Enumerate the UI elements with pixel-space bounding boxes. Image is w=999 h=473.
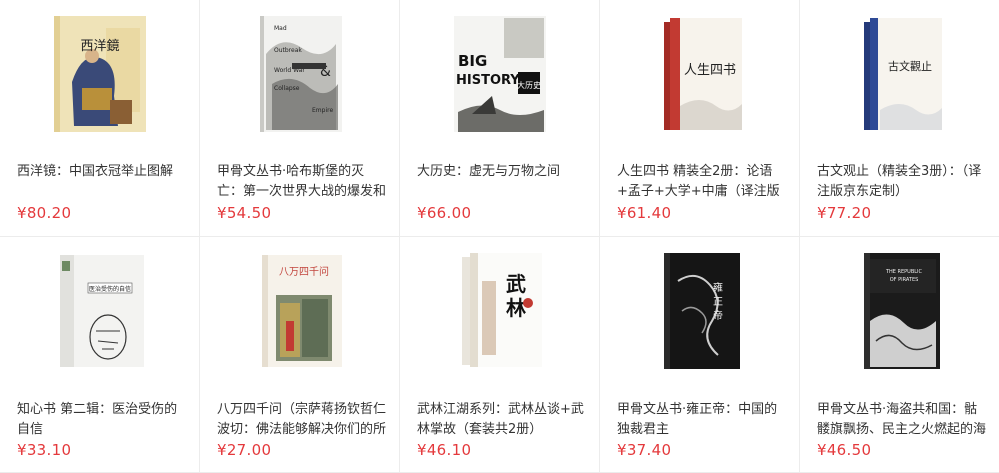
product-title[interactable]: 知心书 第二辑：医治受伤的自信 [17, 400, 189, 440]
product-card[interactable]: 人生四书 人生四书 精装全2册：论语+孟子+大学+中庸（译注版京东定 ¥61.4… [600, 0, 800, 237]
product-card[interactable]: 古文觀止 古文观止（精装全3册）：（译注版京东定制） ¥77.20 [800, 0, 999, 237]
svg-text:Outbreak: Outbreak [274, 47, 302, 54]
product-title[interactable]: 武林江湖系列：武林丛谈+武林掌故（套装共2册） [417, 400, 589, 440]
product-title[interactable]: 甲骨文丛书·雍正帝：中国的独裁君主 [617, 400, 789, 440]
product-price: ¥33.10 [17, 441, 72, 459]
product-cover[interactable]: 古文觀止 [800, 14, 999, 134]
book-cover-zhixinshu-icon: 医治受伤的自信 [60, 255, 144, 367]
product-card[interactable]: 雍 正 帝 甲骨文丛书·雍正帝：中国的独裁君主 ¥37.40 [600, 237, 800, 473]
product-cover[interactable]: 西洋鏡 [0, 14, 200, 134]
product-card[interactable]: 医治受伤的自信 知心书 第二辑：医治受伤的自信 ¥33.10 [0, 237, 200, 473]
product-price: ¥54.50 [217, 204, 272, 222]
svg-text:古文觀止: 古文觀止 [888, 59, 932, 73]
svg-text:西洋鏡: 西洋鏡 [80, 39, 119, 54]
product-card[interactable]: THE REPUBLIC OF PIRATES 甲骨文丛书·海盗共和国：骷髅旗飘… [800, 237, 999, 473]
svg-text:雍: 雍 [713, 281, 723, 294]
product-title[interactable]: 西洋镜：中国衣冠举止图解 [17, 162, 189, 202]
svg-text:大历史: 大历史 [517, 80, 541, 90]
product-cover[interactable]: 武 林 [400, 251, 600, 371]
product-cover[interactable]: BIG HISTORY 大历史 [400, 14, 600, 134]
svg-text:医治受伤的自信: 医治受伤的自信 [89, 285, 131, 293]
book-cover-guwen-guanzhi-icon: 古文觀止 [864, 18, 942, 130]
svg-text:武: 武 [506, 272, 526, 296]
product-card[interactable]: 武 林 武林江湖系列：武林丛谈+武林掌故（套装共2册） ¥46.10 [400, 237, 600, 473]
product-price: ¥37.40 [617, 441, 672, 459]
product-title[interactable]: 大历史：虚无与万物之间 [417, 162, 589, 202]
book-cover-big-history-icon: BIG HISTORY 大历史 [454, 16, 546, 132]
product-price: ¥61.40 [617, 204, 672, 222]
book-cover-wulin-congtan-icon: 武 林 [462, 253, 542, 367]
svg-text:八万四千问: 八万四千问 [279, 265, 329, 278]
product-title[interactable]: 古文观止（精装全3册）：（译注版京东定制） [817, 162, 989, 202]
book-cover-bawan-siqian-wen-icon: 八万四千问 [262, 255, 342, 367]
product-price: ¥46.10 [417, 441, 472, 459]
product-title[interactable]: 人生四书 精装全2册：论语+孟子+大学+中庸（译注版京东定 [617, 162, 789, 202]
book-cover-pirates-icon: THE REPUBLIC OF PIRATES [864, 253, 940, 369]
product-title[interactable]: 甲骨文丛书·哈布斯堡的灭亡：第一次世界大战的爆发和奥匈 [217, 162, 389, 202]
product-card[interactable]: BIG HISTORY 大历史 大历史：虚无与万物之间 ¥66.00 [400, 0, 600, 237]
product-cover[interactable]: 人生四书 [600, 14, 800, 134]
product-cover[interactable]: Mad Outbreak World War Collapse Empire & [200, 14, 400, 134]
product-price: ¥66.00 [417, 204, 472, 222]
book-cover-rensheng-sishu-icon: 人生四书 [664, 18, 742, 130]
book-cover-yongzheng-di-icon: 雍 正 帝 [664, 253, 740, 369]
book-cover-xiyangjing-icon: 西洋鏡 [54, 16, 146, 132]
svg-text:林: 林 [506, 296, 526, 320]
product-cover[interactable]: 八万四千问 [200, 251, 400, 371]
book-cover-habsburg-icon: Mad Outbreak World War Collapse Empire & [260, 16, 342, 132]
svg-text:OF PIRATES: OF PIRATES [890, 277, 919, 283]
product-title[interactable]: 甲骨文丛书·海盗共和国：骷髅旗飘扬、民主之火燃起的海盗 [817, 400, 989, 440]
svg-text:人生四书: 人生四书 [684, 63, 736, 78]
product-card[interactable]: 西洋鏡 西洋镜：中国衣冠举止图解 ¥80.20 [0, 0, 200, 237]
svg-text:正: 正 [713, 297, 723, 308]
product-price: ¥46.50 [817, 441, 872, 459]
product-cover[interactable]: THE REPUBLIC OF PIRATES [800, 251, 999, 371]
product-cover[interactable]: 医治受伤的自信 [0, 251, 200, 371]
svg-text:HISTORY: HISTORY [456, 73, 520, 88]
product-card[interactable]: 八万四千问 八万四千问（宗萨蒋扬钦哲仁波切：佛法能够解决你们的所 ¥27.00 [200, 237, 400, 473]
product-price: ¥77.20 [817, 204, 872, 222]
product-price: ¥80.20 [17, 204, 72, 222]
product-title[interactable]: 八万四千问（宗萨蒋扬钦哲仁波切：佛法能够解决你们的所 [217, 400, 389, 440]
product-card[interactable]: Mad Outbreak World War Collapse Empire &… [200, 0, 400, 237]
svg-text:BIG: BIG [458, 52, 487, 70]
svg-text:Collapse: Collapse [274, 85, 300, 92]
svg-text:帝: 帝 [713, 309, 723, 322]
product-price: ¥27.00 [217, 441, 272, 459]
svg-text:Empire: Empire [312, 107, 333, 114]
svg-text:THE REPUBLIC: THE REPUBLIC [885, 269, 923, 275]
svg-text:Mad: Mad [274, 25, 287, 32]
product-cover[interactable]: 雍 正 帝 [600, 251, 800, 371]
product-grid: 西洋鏡 西洋镜：中国衣冠举止图解 ¥80.20 Mad Outbreak Wor… [0, 0, 999, 473]
